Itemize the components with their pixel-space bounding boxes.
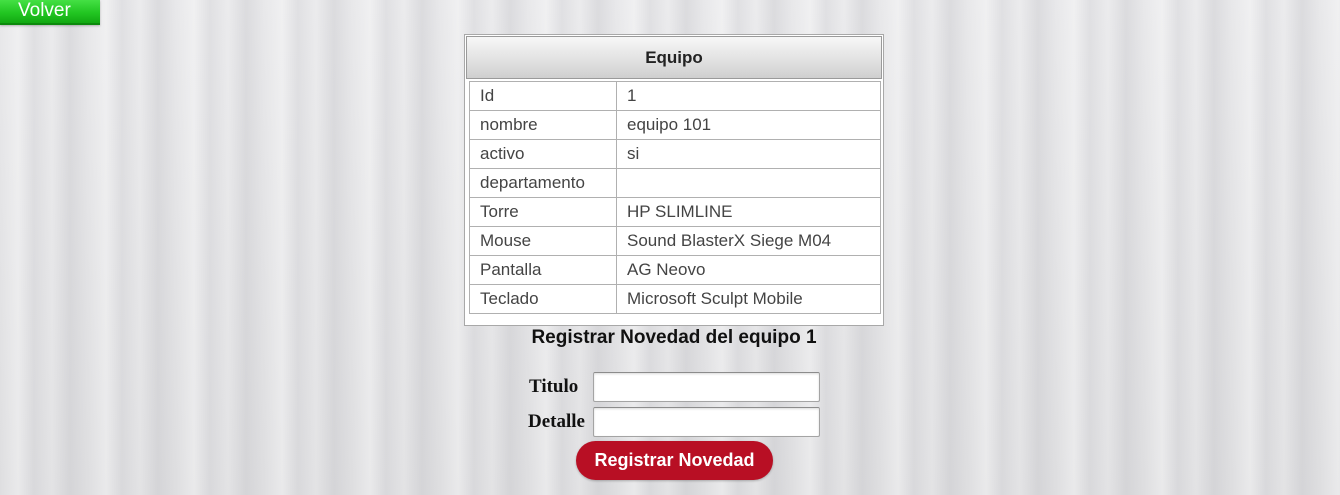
table-row: Torre HP SLIMLINE bbox=[469, 197, 881, 227]
table-row: Teclado Microsoft Sculpt Mobile bbox=[469, 284, 881, 314]
row-value-torre: HP SLIMLINE bbox=[616, 197, 881, 227]
row-key-teclado: Teclado bbox=[469, 284, 617, 314]
row-value-mouse: Sound BlasterX Siege M04 bbox=[616, 226, 881, 256]
row-key-nombre: nombre bbox=[469, 110, 617, 140]
table-row: Mouse Sound BlasterX Siege M04 bbox=[469, 226, 881, 256]
row-value-departamento bbox=[616, 168, 881, 198]
back-button[interactable]: Volver bbox=[0, 0, 100, 25]
row-value-pantalla: AG Neovo bbox=[616, 255, 881, 285]
row-key-torre: Torre bbox=[469, 197, 617, 227]
row-value-activo: si bbox=[616, 139, 881, 169]
row-value-nombre: equipo 101 bbox=[616, 110, 881, 140]
equipment-card-header: Equipo bbox=[466, 36, 882, 79]
table-row: Id 1 bbox=[469, 81, 881, 111]
row-key-pantalla: Pantalla bbox=[469, 255, 617, 285]
table-row: departamento bbox=[469, 168, 881, 198]
row-value-id: 1 bbox=[616, 81, 881, 111]
equipment-detail-table: Id 1 nombre equipo 101 activo si departa… bbox=[469, 81, 881, 314]
table-row: Pantalla AG Neovo bbox=[469, 255, 881, 285]
table-row: nombre equipo 101 bbox=[469, 110, 881, 140]
detalle-label: Detalle bbox=[528, 411, 585, 432]
detalle-input[interactable] bbox=[593, 407, 820, 437]
titulo-input[interactable] bbox=[593, 372, 820, 402]
titulo-label: Titulo bbox=[529, 376, 579, 397]
registrar-novedad-button[interactable]: Registrar Novedad bbox=[576, 441, 773, 480]
row-key-departamento: departamento bbox=[469, 168, 617, 198]
form-title: Registrar Novedad del equipo 1 bbox=[531, 327, 817, 348]
table-row: activo si bbox=[469, 139, 881, 169]
equipment-card: Equipo Id 1 nombre equipo 101 activo si … bbox=[464, 34, 884, 326]
row-key-mouse: Mouse bbox=[469, 226, 617, 256]
row-key-activo: activo bbox=[469, 139, 617, 169]
row-value-teclado: Microsoft Sculpt Mobile bbox=[616, 284, 881, 314]
row-key-id: Id bbox=[469, 81, 617, 111]
